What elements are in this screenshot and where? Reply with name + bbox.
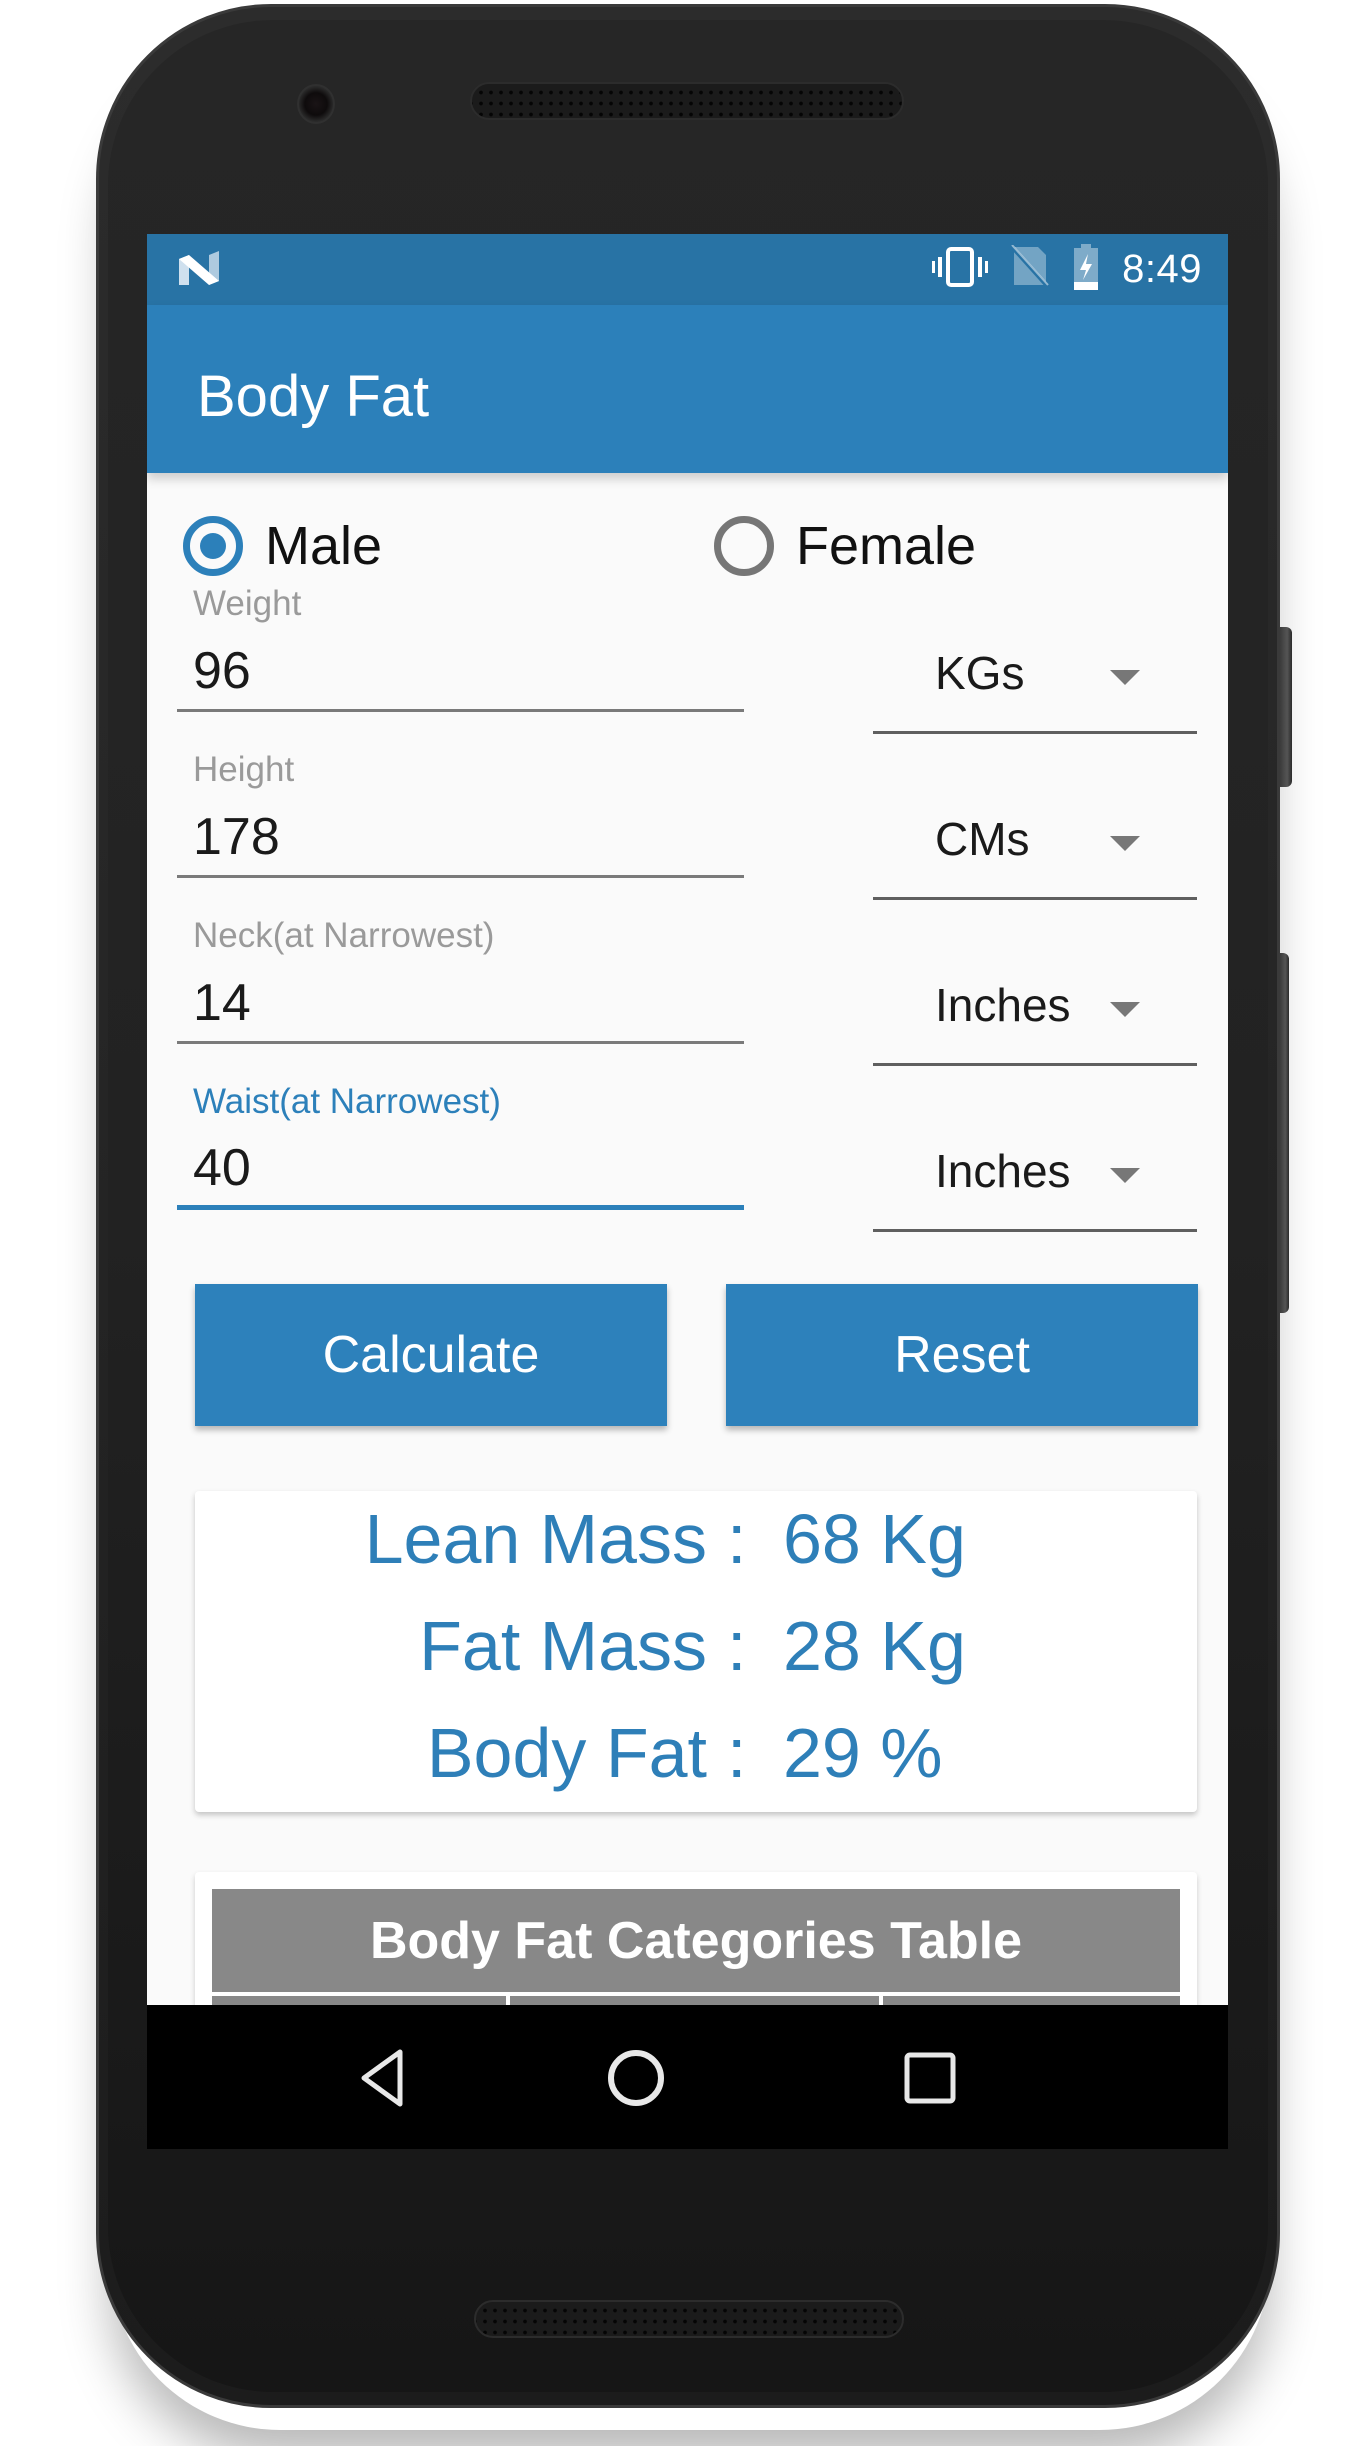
volume-button (1280, 953, 1289, 1313)
lean-mass-separator: : (727, 1500, 747, 1578)
recents-icon (904, 2052, 956, 2104)
radio-female[interactable]: Female (714, 515, 976, 577)
power-button (1280, 627, 1292, 787)
body-fat-label: Body Fat (426, 1714, 707, 1792)
dropdown-arrow-icon (1110, 1168, 1140, 1183)
weight-label: Weight (193, 584, 302, 623)
clock: 8:49 (1122, 247, 1202, 291)
neck-label: Neck(at Narrowest) (193, 916, 495, 955)
home-button[interactable] (601, 2043, 671, 2113)
reset-button[interactable]: Reset (726, 1284, 1198, 1426)
categories-table-title: Body Fat Categories Table (212, 1889, 1180, 1992)
fat-mass-row: Fat Mass : 28 Kg (195, 1606, 1197, 1696)
neck-field: Neck(at Narrowest) (177, 916, 744, 1066)
phone-screen: 8:49 Body Fat Male Female Weight KGs Hei… (147, 234, 1228, 2149)
vibrate-icon (932, 246, 989, 293)
radio-unchecked-icon[interactable] (714, 516, 774, 576)
neck-unit-dropdown[interactable]: Inches (873, 946, 1197, 1066)
results-card: Lean Mass : 68 Kg Fat Mass : 28 Kg Body … (195, 1491, 1197, 1812)
calculate-button[interactable]: Calculate (195, 1284, 667, 1426)
recents-button[interactable] (895, 2043, 965, 2113)
fat-mass-separator: : (727, 1607, 747, 1685)
battery-charging-icon (1072, 244, 1100, 295)
navigation-bar (147, 2005, 1228, 2149)
waist-unit-value: Inches (935, 1145, 1071, 1197)
height-field: Height (177, 750, 744, 900)
waist-field: Waist(at Narrowest) (177, 1082, 744, 1232)
status-icons: 8:49 (932, 234, 1202, 305)
android-n-icon (177, 251, 221, 289)
app-title: Body Fat (197, 364, 430, 429)
lean-mass-label: Lean Mass (364, 1500, 707, 1578)
body-fat-separator: : (727, 1714, 747, 1792)
lean-mass-row: Lean Mass : 68 Kg (195, 1499, 1197, 1589)
weight-input[interactable] (177, 632, 744, 712)
no-sim-icon (1010, 244, 1050, 294)
body-fat-row: Body Fat : 29 % (195, 1713, 1197, 1803)
app-bar: Body Fat (147, 305, 1228, 473)
dropdown-arrow-icon (1110, 670, 1140, 685)
radio-checked-icon[interactable] (183, 516, 243, 576)
radio-female-label: Female (796, 516, 977, 576)
front-camera (297, 84, 335, 124)
radio-male-label: Male (265, 516, 383, 576)
weight-unit-dropdown[interactable]: KGs (873, 614, 1197, 734)
radio-male[interactable]: Male (183, 515, 382, 577)
weight-field: Weight (177, 584, 744, 734)
height-unit-value: CMs (935, 813, 1030, 865)
bottom-speaker (474, 2300, 904, 2338)
lean-mass-value: 68 Kg (783, 1500, 966, 1578)
waist-label: Waist(at Narrowest) (193, 1082, 501, 1121)
home-icon (608, 2050, 664, 2106)
dropdown-arrow-icon (1110, 836, 1140, 851)
height-unit-dropdown[interactable]: CMs (873, 780, 1197, 900)
back-icon (361, 2049, 403, 2107)
body-fat-value: 29 % (783, 1714, 943, 1792)
waist-unit-dropdown[interactable]: Inches (873, 1112, 1197, 1232)
weight-unit-value: KGs (935, 647, 1025, 699)
dropdown-arrow-icon (1110, 1002, 1140, 1017)
status-bar: 8:49 (147, 234, 1228, 305)
height-label: Height (193, 750, 295, 789)
fat-mass-label: Fat Mass (419, 1607, 707, 1685)
fat-mass-value: 28 Kg (783, 1607, 966, 1685)
height-input[interactable] (177, 798, 744, 878)
waist-input[interactable] (177, 1130, 744, 1210)
earpiece-speaker (470, 82, 904, 120)
neck-input[interactable] (177, 964, 744, 1044)
back-button[interactable] (347, 2043, 417, 2113)
neck-unit-value: Inches (935, 979, 1071, 1031)
